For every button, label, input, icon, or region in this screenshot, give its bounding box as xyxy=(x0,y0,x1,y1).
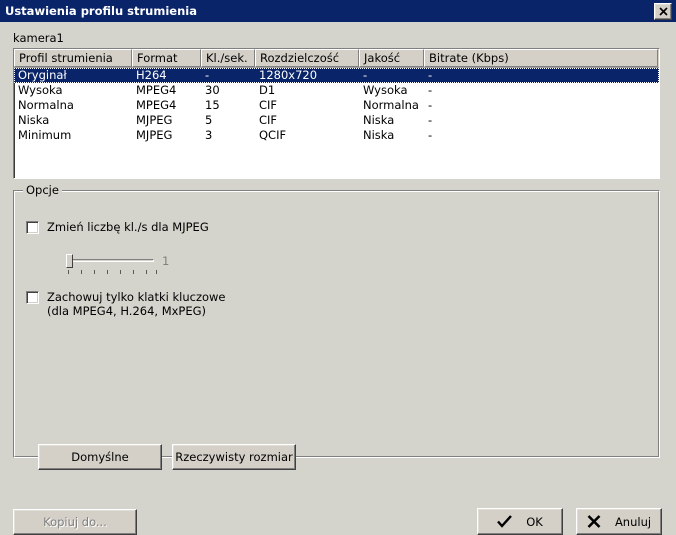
check-icon xyxy=(497,515,513,528)
stream-profile-table[interactable]: Profil strumienia Format Kl./sek. Rozdzi… xyxy=(13,48,660,179)
table-row[interactable]: Normalna MPEG4 15 CIF Normalna - xyxy=(14,98,659,113)
slider-tick xyxy=(146,270,147,274)
column-header-rozdzielczosc[interactable]: Rozdzielczość xyxy=(255,49,359,67)
cell-jakosc: - xyxy=(363,68,368,82)
slider-tick xyxy=(156,270,157,274)
slider-track[interactable] xyxy=(70,259,154,262)
column-header-jakosc[interactable]: Jakość xyxy=(359,49,424,67)
mjpeg-fps-slider[interactable]: 1 xyxy=(66,253,246,279)
cell-jakosc: Normalna xyxy=(363,98,419,112)
cell-fps: 3 xyxy=(205,128,213,142)
slider-value-label: 1 xyxy=(162,254,170,268)
checkbox-box-icon[interactable] xyxy=(26,221,39,234)
cell-format: MJPEG xyxy=(136,128,173,142)
slider-thumb[interactable] xyxy=(66,254,73,268)
cell-rozdzielczosc: CIF xyxy=(259,98,278,112)
cell-rozdzielczosc: QCIF xyxy=(259,128,287,142)
copy-to-button[interactable]: Kopiuj do... xyxy=(13,509,137,535)
checkbox-box-icon[interactable] xyxy=(26,291,39,304)
checkbox-change-mjpeg-fps[interactable]: Zmień liczbę kl./s dla MJPEG xyxy=(26,220,209,234)
checkbox-change-mjpeg-fps-label: Zmień liczbę kl./s dla MJPEG xyxy=(47,220,209,234)
cell-rozdzielczosc: CIF xyxy=(259,113,278,127)
close-icon xyxy=(658,6,668,16)
cell-profil: Wysoka xyxy=(18,83,63,97)
camera-name-label: kamera1 xyxy=(13,31,64,45)
table-body: Oryginał H264 - 1280x720 - - Wysoka MPEG… xyxy=(14,68,659,143)
cell-format: MJPEG xyxy=(136,113,173,127)
checkbox-keyframes-only[interactable]: Zachowuj tylko klatki kluczowe (dla MPEG… xyxy=(26,290,226,319)
ok-button-label: OK xyxy=(526,514,543,529)
title-bar[interactable]: Ustawienia profilu strumienia xyxy=(0,0,676,22)
cell-profil: Minimum xyxy=(18,128,72,142)
actual-size-button[interactable]: Rzeczywisty rozmiar xyxy=(172,444,296,470)
column-header-format[interactable]: Format xyxy=(132,49,201,67)
window-title: Ustawienia profilu strumienia xyxy=(5,4,197,18)
cancel-button-label: Anuluj xyxy=(614,514,652,529)
cell-profil: Oryginał xyxy=(18,68,67,82)
cancel-button[interactable]: Anuluj xyxy=(576,508,662,535)
table-row[interactable]: Oryginał H264 - 1280x720 - - xyxy=(14,68,659,83)
cell-fps: 30 xyxy=(205,83,220,97)
cell-jakosc: Wysoka xyxy=(363,83,408,97)
options-group-title: Opcje xyxy=(23,184,62,196)
table-row[interactable]: Niska MJPEG 5 CIF Niska - xyxy=(14,113,659,128)
cell-bitrate: - xyxy=(428,98,433,112)
dialog-client-area: kamera1 Profil strumienia Format Kl./sek… xyxy=(0,22,676,535)
column-header-fps[interactable]: Kl./sek. xyxy=(201,49,255,67)
cell-fps: 15 xyxy=(205,98,220,112)
column-header-profil[interactable]: Profil strumienia xyxy=(14,49,132,67)
x-icon xyxy=(587,515,601,528)
cell-format: MPEG4 xyxy=(136,98,177,112)
table-row[interactable]: Wysoka MPEG4 30 D1 Wysoka - xyxy=(14,83,659,98)
checkbox-keyframes-only-label-line1: Zachowuj tylko klatki kluczowe xyxy=(47,290,226,304)
cell-bitrate: - xyxy=(428,68,433,82)
slider-tick xyxy=(68,270,69,274)
cell-jakosc: Niska xyxy=(363,113,395,127)
table-header-row: Profil strumienia Format Kl./sek. Rozdzi… xyxy=(14,49,659,68)
cell-format: H264 xyxy=(136,68,167,82)
slider-tick xyxy=(120,270,121,274)
cell-jakosc: Niska xyxy=(363,128,395,142)
options-group-box: Opcje Zmień liczbę kl./s dla MJPEG 1 Zac… xyxy=(13,184,660,470)
cell-bitrate: - xyxy=(428,113,433,127)
cell-rozdzielczosc: D1 xyxy=(259,83,276,97)
column-header-bitrate[interactable]: Bitrate (Kbps) xyxy=(424,49,658,67)
cell-fps: - xyxy=(205,68,210,82)
cell-format: MPEG4 xyxy=(136,83,177,97)
slider-tick xyxy=(107,270,108,274)
checkbox-keyframes-only-label-line2: (dla MPEG4, H.264, MxPEG) xyxy=(47,304,207,318)
cell-bitrate: - xyxy=(428,83,433,97)
cell-profil: Niska xyxy=(18,113,50,127)
cell-profil: Normalna xyxy=(18,98,74,112)
cell-bitrate: - xyxy=(428,128,433,142)
checkbox-keyframes-only-label-wrap: Zachowuj tylko klatki kluczowe (dla MPEG… xyxy=(39,290,226,319)
cell-fps: 5 xyxy=(205,113,213,127)
close-button[interactable] xyxy=(654,2,672,20)
slider-tick xyxy=(133,270,134,274)
slider-tick-marks xyxy=(68,270,160,275)
slider-tick xyxy=(81,270,82,274)
ok-button[interactable]: OK xyxy=(477,508,563,535)
slider-tick xyxy=(94,270,95,274)
table-row[interactable]: Minimum MJPEG 3 QCIF Niska - xyxy=(14,128,659,143)
defaults-button[interactable]: Domyślne xyxy=(38,444,162,470)
cell-rozdzielczosc: 1280x720 xyxy=(259,68,318,82)
